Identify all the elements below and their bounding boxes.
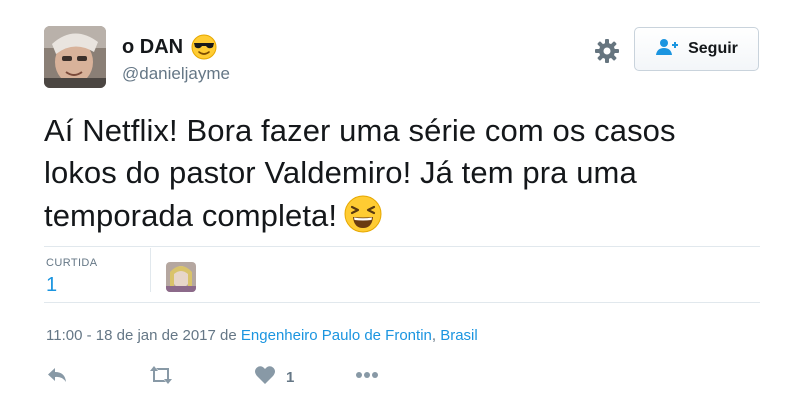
place-link[interactable]: Engenheiro Paulo de Frontin [241,327,432,344]
stats-bottom-divider [44,302,760,303]
follow-label: Seguir [688,40,738,57]
likes-count[interactable]: 1 [46,274,57,297]
retweet-icon [148,365,174,390]
reply-icon [46,365,68,390]
country-link[interactable]: Brasil [440,327,478,344]
laughing-face-emoji-icon [343,194,383,234]
more-button[interactable] [354,365,380,390]
add-user-icon [655,38,679,61]
tweet-meta: 11:00 - 18 de jan de 2017 de Engenheiro … [46,327,478,344]
retweet-button[interactable] [148,365,174,390]
more-dots-icon [354,365,380,390]
like-count: 1 [286,369,295,386]
liker-avatar[interactable] [166,262,196,292]
likes-label: CURTIDA [46,257,98,269]
meta-comma: , [431,327,441,344]
tweet-timestamp[interactable]: 11:00 - 18 de jan de 2017 [46,327,216,344]
user-avatar[interactable] [44,26,106,88]
stats-top-divider [44,246,760,247]
heart-icon [254,365,276,390]
follow-button[interactable]: Seguir [634,27,759,71]
gear-icon[interactable] [594,38,620,64]
smiling-face-with-sunglasses-emoji-icon [191,34,217,60]
tweet-text: Aí Netflix! Bora fazer uma série com os … [44,110,744,237]
reply-button[interactable] [46,365,68,390]
meta-from-word: de [220,327,237,344]
user-handle[interactable]: @danieljayme [122,64,230,84]
stats-separator [150,248,151,292]
user-name-row: o DAN [122,34,217,60]
user-display-name[interactable]: o DAN [122,36,183,59]
like-button[interactable]: 1 [254,365,294,390]
